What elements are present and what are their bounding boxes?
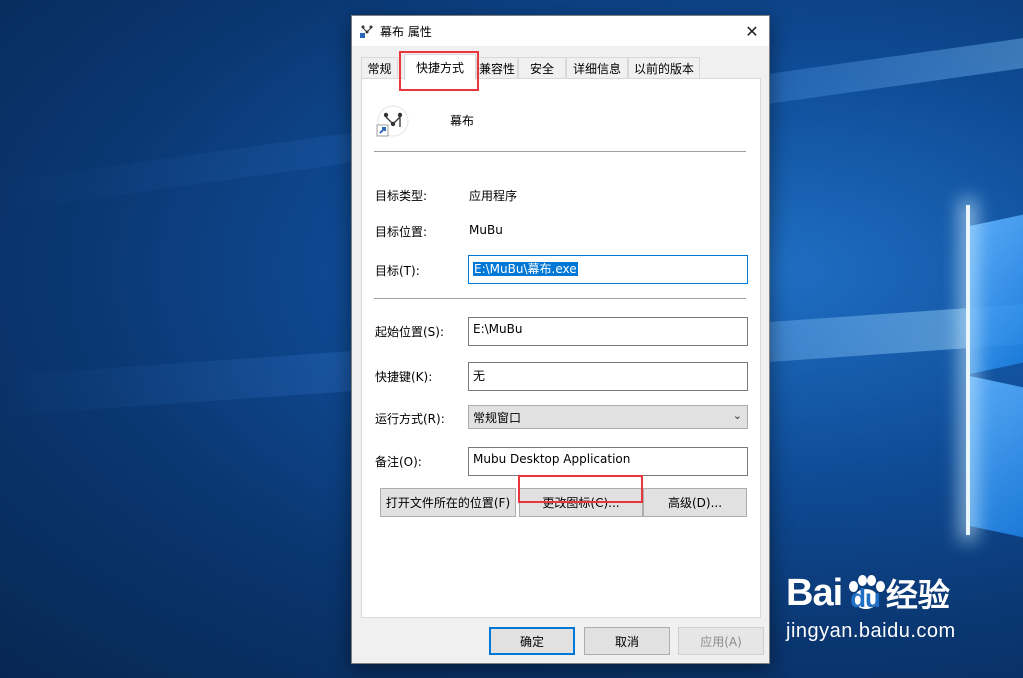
tab-previous-versions[interactable]: 以前的版本 — [628, 57, 700, 79]
mubu-app-icon — [376, 105, 409, 137]
target-value: E:\MuBu\幕布.exe — [473, 262, 578, 276]
hotkey-field[interactable]: 无 — [468, 362, 748, 391]
baidu-jingyan-watermark: Bai du 经验 jingyan.baidu.com — [786, 570, 1006, 660]
start-in-value: E:\MuBu — [473, 322, 523, 336]
cancel-button[interactable]: 取消 — [584, 627, 670, 655]
start-in-field[interactable]: E:\MuBu — [468, 317, 748, 346]
open-file-location-button[interactable]: 打开文件所在的位置(F) — [380, 488, 516, 517]
tab-details[interactable]: 详细信息 — [566, 57, 628, 79]
comment-field[interactable]: Mubu Desktop Application — [468, 447, 748, 476]
close-button[interactable]: ✕ — [735, 16, 769, 46]
title-bar[interactable]: 幕布 属性 ✕ — [352, 16, 769, 46]
change-icon-button[interactable]: 更改图标(C)... — [519, 488, 643, 517]
shortcut-panel: 幕布 目标类型: 应用程序 目标位置: MuBu 目标(T): E:\MuBu\… — [361, 78, 761, 618]
run-select-value: 常规窗口 — [473, 411, 522, 425]
ok-button[interactable]: 确定 — [489, 627, 575, 655]
hotkey-label: 快捷键(K): — [375, 370, 433, 384]
comment-label: 备注(O): — [375, 455, 422, 469]
windows-logo-pane — [968, 213, 1023, 375]
target-type-label: 目标类型: — [375, 189, 428, 203]
windows-logo-pane — [968, 375, 1023, 539]
run-label: 运行方式(R): — [375, 412, 445, 426]
close-icon: ✕ — [745, 21, 759, 41]
tab-compatibility[interactable]: 兼容性 — [476, 57, 518, 79]
mubu-app-icon — [360, 25, 373, 38]
target-label: 目标(T): — [375, 264, 420, 278]
watermark-brand-left: Bai — [786, 571, 843, 614]
apply-button[interactable]: 应用(A) — [678, 627, 764, 655]
divider — [374, 151, 746, 152]
divider — [374, 298, 746, 299]
window-title: 幕布 属性 — [380, 25, 432, 39]
target-location-value: MuBu — [469, 223, 503, 237]
tab-general[interactable]: 常规 — [361, 57, 398, 79]
target-location-label: 目标位置: — [375, 225, 428, 239]
windows-logo-glow — [966, 205, 970, 535]
watermark-brand-mid: du — [850, 582, 881, 613]
run-select[interactable]: 常规窗口 ⌄ — [468, 405, 748, 429]
hotkey-value: 无 — [473, 369, 486, 383]
chevron-down-icon: ⌄ — [732, 409, 742, 422]
watermark-brand-right: 经验 — [885, 577, 950, 613]
tab-security[interactable]: 安全 — [518, 57, 566, 79]
watermark-logo: Bai du 经验 — [786, 570, 1006, 616]
properties-dialog: 幕布 属性 ✕ 常规 快捷方式 兼容性 安全 详细信息 以前的版本 幕布 目标类… — [351, 15, 770, 664]
start-in-label: 起始位置(S): — [375, 325, 445, 339]
target-field[interactable]: E:\MuBu\幕布.exe — [468, 255, 748, 284]
advanced-button[interactable]: 高级(D)... — [643, 488, 747, 517]
tab-bar: 常规 快捷方式 兼容性 安全 详细信息 以前的版本 — [361, 54, 761, 80]
tab-shortcut[interactable]: 快捷方式 — [404, 54, 476, 80]
watermark-url: jingyan.baidu.com — [786, 620, 956, 642]
comment-value: Mubu Desktop Application — [473, 452, 631, 466]
shortcut-name: 幕布 — [450, 114, 475, 128]
target-type-value: 应用程序 — [469, 189, 518, 203]
